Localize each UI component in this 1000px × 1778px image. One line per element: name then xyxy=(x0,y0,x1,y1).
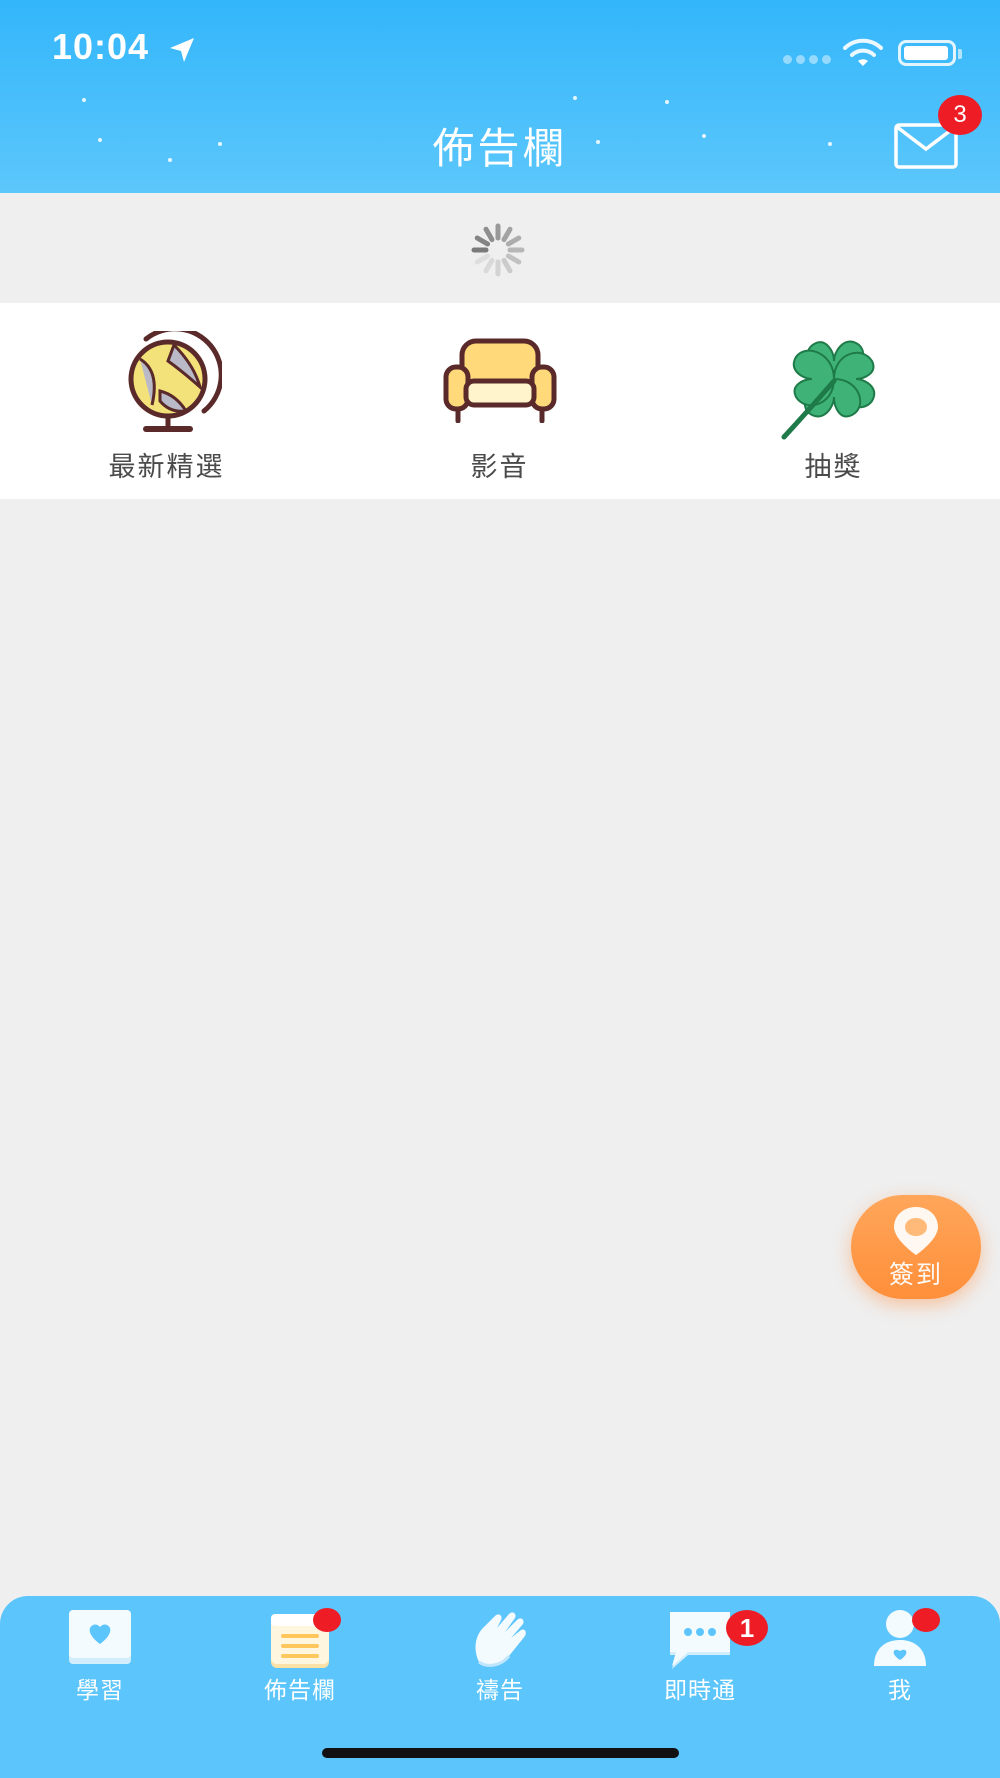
location-arrow-icon xyxy=(170,38,194,62)
tab-messenger[interactable]: 1 即時通 xyxy=(600,1596,800,1706)
me-dot-badge xyxy=(912,1608,940,1632)
praying-hands-icon xyxy=(475,1612,526,1667)
sign-in-button[interactable]: 簽到 xyxy=(851,1195,981,1299)
tab-label: 學習 xyxy=(76,1678,124,1704)
messenger-count-badge: 1 xyxy=(726,1610,768,1646)
tab-prayer[interactable]: 禱告 xyxy=(400,1596,600,1706)
sign-in-label: 簽到 xyxy=(888,1260,943,1289)
battery-icon xyxy=(898,40,962,66)
bulletin-dot-badge xyxy=(313,1608,341,1632)
tab-label: 我 xyxy=(888,1678,912,1704)
category-label: 影音 xyxy=(470,452,529,483)
book-heart-icon xyxy=(69,1610,131,1664)
clover-icon xyxy=(781,340,875,440)
wifi-icon xyxy=(843,38,883,66)
category-row: 最新精選 影音 抽獎 xyxy=(0,303,1000,499)
globe-icon xyxy=(128,331,222,432)
category-lottery[interactable]: 抽獎 xyxy=(667,303,1000,499)
category-video[interactable]: 影音 xyxy=(333,303,666,499)
tab-label: 即時通 xyxy=(664,1678,736,1704)
tab-bulletin[interactable]: 佈告欄 xyxy=(200,1596,400,1706)
cellular-signal-icon xyxy=(783,55,831,64)
tab-me[interactable]: 我 xyxy=(800,1596,1000,1706)
tab-label: 佈告欄 xyxy=(264,1678,336,1704)
tab-label: 禱告 xyxy=(476,1678,524,1704)
home-indicator[interactable] xyxy=(322,1748,679,1758)
status-time: 10:04 xyxy=(52,26,150,67)
tab-learning[interactable]: 學習 xyxy=(0,1596,200,1706)
top-header: 10:04 佈告欄 3 xyxy=(0,0,1000,193)
category-label: 最新精選 xyxy=(108,452,225,483)
sofa-icon xyxy=(443,338,556,423)
chat-bubble-icon xyxy=(670,1612,730,1669)
page-title: 佈告欄 xyxy=(432,124,568,173)
mail-badge: 3 xyxy=(938,95,982,135)
location-pin-icon xyxy=(894,1207,938,1255)
category-label: 抽獎 xyxy=(804,452,863,483)
loading-spinner-icon xyxy=(471,223,525,277)
category-latest[interactable]: 最新精選 xyxy=(0,303,333,499)
